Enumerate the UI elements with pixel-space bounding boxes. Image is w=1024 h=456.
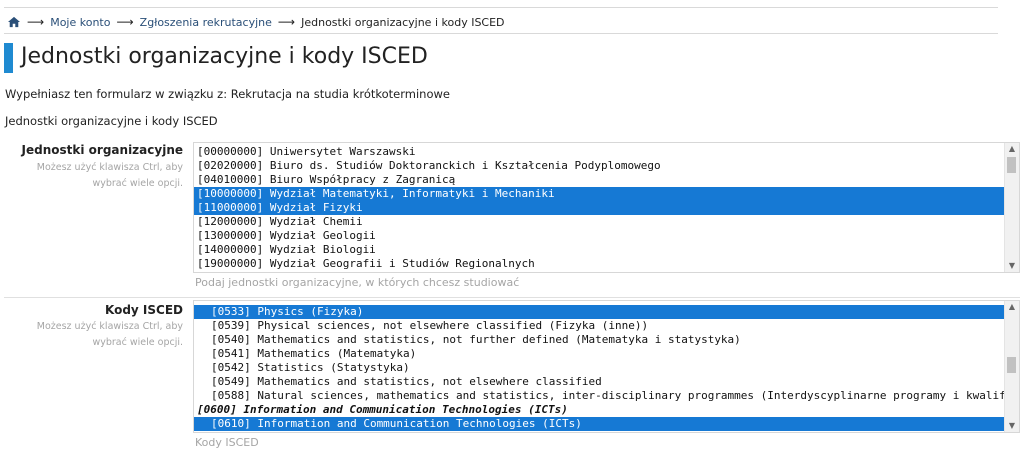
select-option[interactable]: [00000000] Uniwersytet Warszawski (194, 145, 1004, 159)
select-option[interactable]: [10000000] Wydział Matematyki, Informaty… (194, 187, 1004, 201)
breadcrumb-arrow: ⟶ (27, 15, 45, 29)
select-option[interactable]: [0533] Physics (Fizyka) (194, 305, 1004, 319)
scroll-up-icon[interactable]: ▲ (1005, 143, 1019, 155)
select-option[interactable]: [0542] Statistics (Statystyka) (194, 361, 1004, 375)
breadcrumb-arrow: ⟶ (277, 15, 296, 29)
isced-label: Kody ISCED (105, 303, 183, 317)
select-option[interactable]: [12000000] Wydział Chemii (194, 215, 1004, 229)
isced-placeholder: Kody ISCED (195, 436, 259, 449)
breadcrumb-link-my-account[interactable]: Moje konto (50, 16, 110, 29)
units-hint-line2: wybrać wiele opcji. (92, 178, 183, 189)
home-icon[interactable] (7, 16, 21, 28)
isced-hint-line1: Możesz użyć klawisza Ctrl, aby (36, 321, 183, 332)
select-option[interactable]: [0541] Mathematics (Matematyka) (194, 347, 1004, 361)
select-option[interactable]: [19000000] Wydział Geografii i Studiów R… (194, 257, 1004, 271)
select-option[interactable]: [0540] Mathematics and statistics, not f… (194, 333, 1004, 347)
breadcrumb-arrow: ⟶ (116, 15, 134, 29)
scroll-up-icon[interactable]: ▲ (1005, 301, 1019, 313)
units-label: Jednostki organizacyjne (21, 143, 183, 157)
isced-scrollbar[interactable]: ▲ ▼ (1004, 301, 1019, 432)
units-scrollbar[interactable]: ▲ ▼ (1004, 143, 1019, 272)
breadcrumb-link-applications[interactable]: Zgłoszenia rekrutacyjne (140, 16, 272, 29)
select-option[interactable]: [0610] Information and Communication Tec… (194, 417, 1004, 431)
scroll-down-icon[interactable]: ▼ (1005, 260, 1019, 272)
select-option[interactable]: [0588] Natural sciences, mathematics and… (194, 389, 1004, 403)
select-option[interactable]: [11000000] Wydział Fizyki (194, 201, 1004, 215)
units-hint-line1: Możesz użyć klawisza Ctrl, aby (36, 162, 183, 173)
section-heading: Jednostki organizacyjne i kody ISCED (5, 114, 218, 128)
select-option[interactable]: [0549] Mathematics and statistics, not e… (194, 375, 1004, 389)
select-option[interactable]: [0539] Physical sciences, not elsewhere … (194, 319, 1004, 333)
select-option[interactable]: [02020000] Biuro ds. Studiów Doktorancki… (194, 159, 1004, 173)
scroll-down-icon[interactable]: ▼ (1005, 420, 1019, 432)
isced-hint-line2: wybrać wiele opcji. (92, 337, 183, 348)
breadcrumb: ⟶ Moje konto ⟶ Zgłoszenia rekrutacyjne ⟶… (7, 14, 505, 30)
option-group-label: [0600] Information and Communication Tec… (197, 403, 568, 416)
context-text: Wypełniasz ten formularz w związku z: Re… (5, 87, 450, 101)
select-option[interactable]: [13000000] Wydział Geologii (194, 229, 1004, 243)
section-divider (4, 297, 1020, 298)
breadcrumb-divider (4, 33, 998, 34)
select-option[interactable]: [14000000] Wydział Biologii (194, 243, 1004, 257)
select-option[interactable]: [04010000] Biuro Współpracy z Zagranicą (194, 173, 1004, 187)
scroll-thumb[interactable] (1007, 157, 1016, 173)
page-title: Jednostki organizacyjne i kody ISCED (21, 44, 428, 69)
isced-multiselect[interactable]: [0533] Physics (Fizyka) [0539] Physical s… (193, 300, 1020, 433)
units-multiselect[interactable]: [00000000] Uniwersytet Warszawski [020200… (193, 142, 1020, 273)
top-divider (4, 7, 998, 8)
units-placeholder: Podaj jednostki organizacyjne, w których… (195, 276, 520, 289)
breadcrumb-current: Jednostki organizacyjne i kody ISCED (301, 15, 505, 29)
scroll-thumb[interactable] (1007, 357, 1016, 373)
title-accent-bar (4, 43, 13, 73)
